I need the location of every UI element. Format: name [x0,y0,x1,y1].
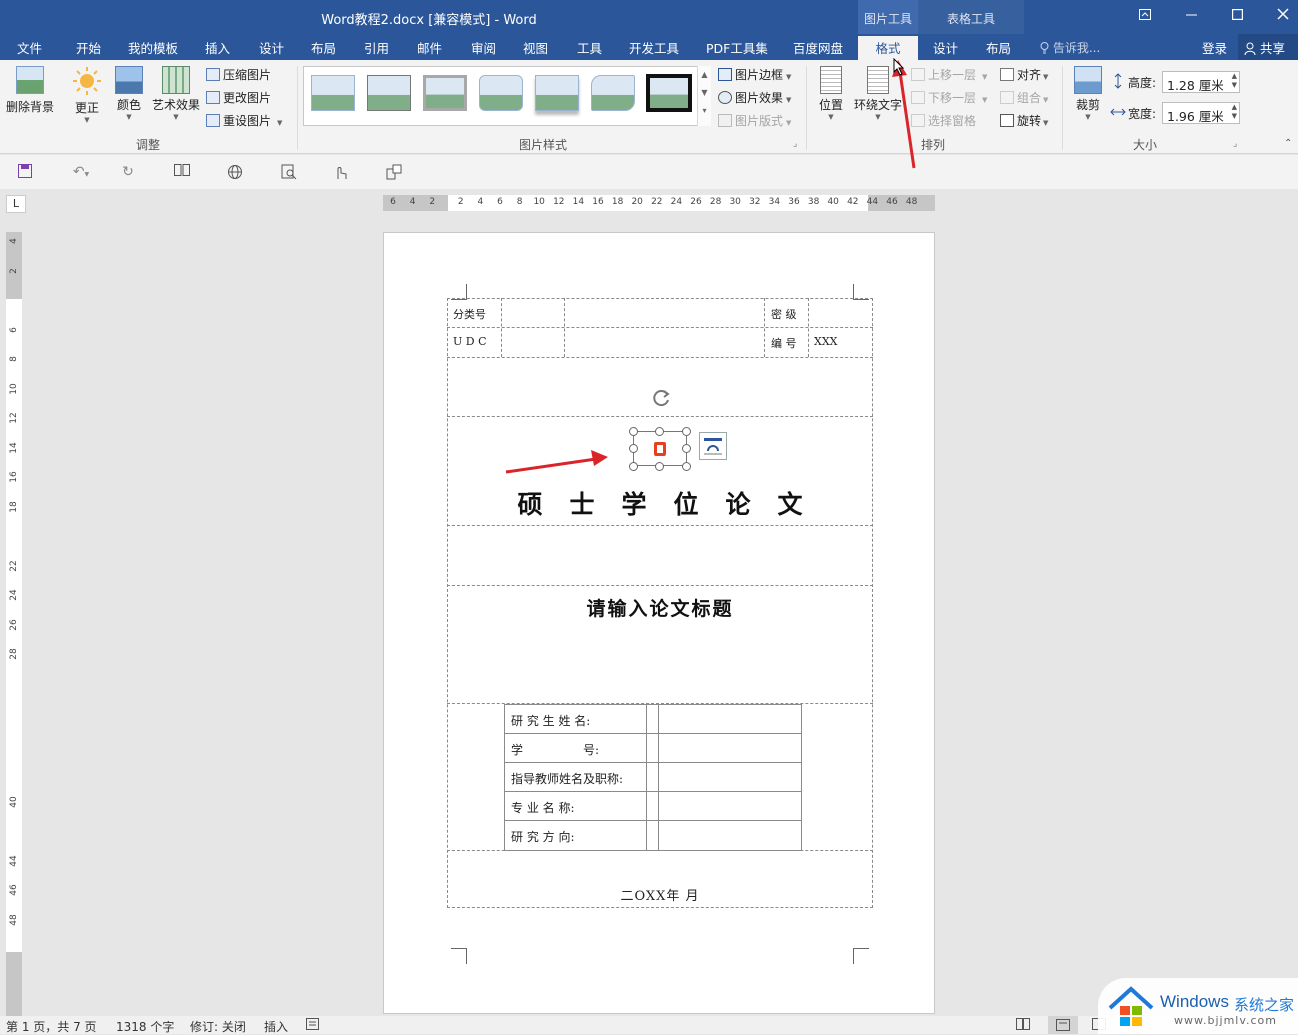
site-watermark: Windows 系统之家 www.bjjmlv.com [1098,978,1298,1034]
page-count[interactable]: 第 1 页，共 7 页 [6,1018,97,1035]
macro-icon[interactable] [306,1018,319,1033]
print-layout-icon[interactable] [1048,1016,1078,1034]
mouse-cursor-icon [893,58,905,76]
track-changes-status[interactable]: 修订: 关闭 [190,1018,246,1035]
watermark-site-name: 系统之家 [1234,996,1295,1014]
watermark-brand: Windows [1160,992,1229,1011]
house-logo-icon [1108,986,1154,1026]
watermark-url: www.bjjmlv.com [1174,1014,1277,1027]
annotation-arrows [505,60,916,474]
word-count[interactable]: 1318 个字 [116,1018,174,1035]
read-view-icon[interactable] [1016,1018,1030,1033]
insert-mode-status[interactable]: 插入 [264,1018,288,1035]
